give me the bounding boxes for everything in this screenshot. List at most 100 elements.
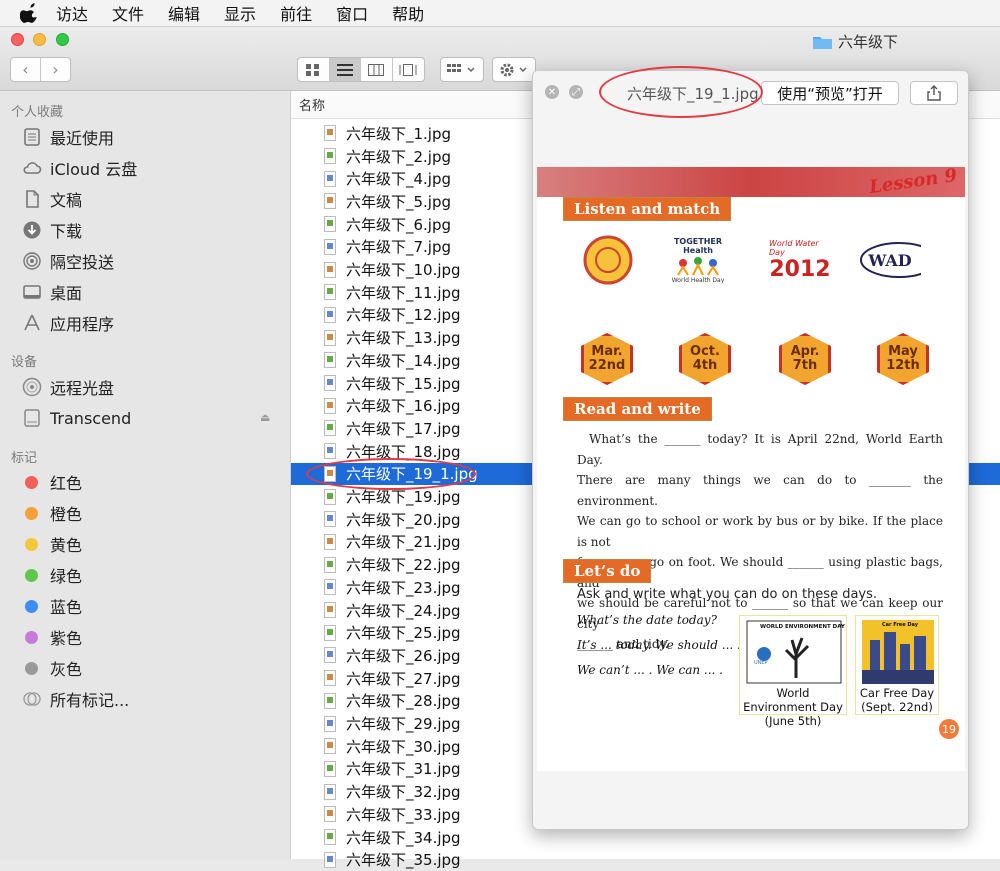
back-button[interactable]: ‹ bbox=[11, 58, 41, 81]
sidebar-item-downloads[interactable]: 下载 bbox=[22, 218, 82, 242]
sidebar-tag-gray[interactable]: 灰色 bbox=[22, 656, 82, 680]
zoom-button[interactable] bbox=[56, 33, 69, 46]
sidebar-item-desktop[interactable]: 桌面 bbox=[22, 280, 82, 304]
menu-view[interactable]: 显示 bbox=[224, 1, 256, 25]
file-name: 六年级下_24.jpg bbox=[346, 601, 461, 620]
tag-dot-icon bbox=[25, 475, 38, 489]
date-badge-may: May 12th bbox=[877, 333, 929, 385]
menu-go[interactable]: 前往 bbox=[280, 1, 312, 25]
file-name: 六年级下_17.jpg bbox=[346, 419, 461, 438]
view-mode-segment bbox=[297, 57, 425, 82]
favorites-header: 个人收藏 bbox=[11, 105, 64, 120]
share-button[interactable] bbox=[910, 81, 958, 105]
file-name: 六年级下_35.jpg bbox=[346, 851, 461, 870]
image-file-icon bbox=[324, 806, 336, 823]
file-name: 六年级下_21.jpg bbox=[346, 533, 461, 552]
file-name: 六年级下_7.jpg bbox=[346, 238, 452, 257]
menu-help[interactable]: 帮助 bbox=[392, 1, 424, 25]
nav-segment: ‹ › bbox=[10, 57, 71, 82]
menu-edit[interactable]: 编辑 bbox=[168, 1, 200, 25]
sidebar-item-label: 最近使用 bbox=[50, 129, 115, 148]
forward-button[interactable]: › bbox=[41, 58, 70, 81]
tags-header: 标记 bbox=[11, 451, 38, 466]
sidebar-all-tags[interactable]: 所有标记... bbox=[22, 687, 129, 711]
section-lets-do: Let’s do bbox=[563, 559, 652, 583]
folder-icon bbox=[813, 36, 832, 49]
sidebar-item-icloud[interactable]: iCloud 云盘 bbox=[22, 156, 137, 180]
sidebar-item-label: 黄色 bbox=[50, 536, 83, 555]
open-with-preview-button[interactable]: 使用“预览”打开 bbox=[761, 81, 899, 105]
minimize-button[interactable] bbox=[33, 33, 46, 46]
logo-water-day: World Water Day 2012 bbox=[769, 235, 831, 285]
sidebar-item-documents[interactable]: 文稿 bbox=[22, 187, 82, 211]
sidebar-tag-orange[interactable]: 橙色 bbox=[22, 501, 82, 525]
arrange-icon bbox=[447, 63, 475, 72]
file-name: 六年级下_13.jpg bbox=[346, 329, 461, 348]
instruction-text: Ask and write what you can do on these d… bbox=[577, 587, 878, 602]
grid-icon bbox=[306, 63, 320, 76]
fullscreen-icon[interactable]: ⤢ bbox=[569, 85, 583, 99]
sidebar-item-label: 远程光盘 bbox=[50, 379, 115, 398]
sidebar-tag-blue[interactable]: 蓝色 bbox=[22, 594, 82, 618]
close-button[interactable] bbox=[11, 33, 24, 46]
file-name: 六年级下_25.jpg bbox=[346, 624, 461, 643]
sidebar-item-remote-disc[interactable]: 远程光盘 bbox=[22, 375, 114, 399]
eject-icon[interactable]: ⏏ bbox=[260, 411, 270, 424]
menu-finder[interactable]: 访达 bbox=[56, 1, 88, 25]
close-icon[interactable]: ✕ bbox=[545, 85, 559, 99]
image-file-icon bbox=[324, 329, 336, 346]
sidebar-item-airdrop[interactable]: 隔空投送 bbox=[22, 249, 114, 273]
logo-text: World Health Day bbox=[671, 276, 725, 284]
sidebar-tag-purple[interactable]: 紫色 bbox=[22, 625, 82, 649]
sidebar-tag-red[interactable]: 红色 bbox=[22, 470, 82, 494]
image-file-icon bbox=[324, 397, 336, 414]
sidebar-tag-green[interactable]: 绿色 bbox=[22, 563, 82, 587]
image-file-icon bbox=[324, 760, 336, 777]
icon-view-button[interactable] bbox=[298, 58, 330, 81]
file-name: 六年级下_2.jpg bbox=[346, 147, 452, 166]
image-file-icon bbox=[324, 193, 336, 210]
menu-window[interactable]: 窗口 bbox=[336, 1, 368, 25]
quicklook-panel: ✕ ⤢ 六年级下_19_1.jpg 使用“预览”打开 Lesson 9 List… bbox=[532, 70, 969, 830]
date-badge-apr: Apr. 7th bbox=[779, 333, 831, 385]
menu-file[interactable]: 文件 bbox=[112, 1, 144, 25]
date-badge-mar: Mar. 22nd bbox=[581, 333, 633, 385]
paragraph-line: What’s the ______ today? It is April 22n… bbox=[577, 432, 943, 467]
paragraph-line: There are many things we can do to _____… bbox=[577, 473, 943, 508]
file-name: 六年级下_26.jpg bbox=[346, 646, 461, 665]
list-view-button[interactable] bbox=[329, 58, 361, 81]
sidebar-item-transcend[interactable]: Transcend bbox=[22, 406, 131, 430]
file-name: 六年级下_33.jpg bbox=[346, 805, 461, 824]
section-listen-and-match: Listen and match bbox=[563, 197, 732, 221]
image-file-icon bbox=[324, 602, 336, 619]
file-name: 六年级下_22.jpg bbox=[346, 556, 461, 575]
file-name: 六年级下_28.jpg bbox=[346, 692, 461, 711]
column-view-button[interactable] bbox=[361, 58, 393, 81]
sidebar-item-applications[interactable]: 应用程序 bbox=[22, 311, 114, 335]
sidebar-item-label: 文稿 bbox=[50, 191, 83, 210]
apple-icon[interactable] bbox=[20, 3, 40, 23]
file-name: 六年级下_1.jpg bbox=[346, 124, 452, 143]
image-file-icon bbox=[324, 125, 336, 142]
file-row[interactable]: 六年级下_35.jpg bbox=[291, 848, 1000, 871]
sidebar-item-recents[interactable]: 最近使用 bbox=[22, 125, 114, 149]
file-name: 六年级下_32.jpg bbox=[346, 783, 461, 802]
sidebar-item-label: 绿色 bbox=[50, 567, 83, 586]
file-name: 六年级下_12.jpg bbox=[346, 306, 461, 325]
image-file-icon bbox=[324, 148, 336, 165]
sidebar-tag-yellow[interactable]: 黄色 bbox=[22, 532, 82, 556]
gallery-view-button[interactable] bbox=[393, 58, 424, 81]
card-header: Car Free Day bbox=[882, 622, 918, 628]
logo-text: 2012 bbox=[769, 256, 831, 282]
share-icon bbox=[927, 85, 941, 101]
applications-icon bbox=[24, 314, 40, 331]
file-name: 六年级下_29.jpg bbox=[346, 715, 461, 734]
question-line: We can’t ... . We can ... . bbox=[577, 663, 723, 677]
tag-dot-icon bbox=[25, 537, 38, 551]
card-caption: World Environment Day (June 5th) bbox=[743, 686, 843, 728]
logo-text: TOGETHER bbox=[673, 236, 723, 246]
image-file-icon bbox=[324, 783, 336, 800]
file-name: 六年级下_10.jpg bbox=[346, 261, 461, 280]
arrange-button[interactable] bbox=[440, 57, 484, 82]
action-button[interactable] bbox=[492, 57, 536, 82]
